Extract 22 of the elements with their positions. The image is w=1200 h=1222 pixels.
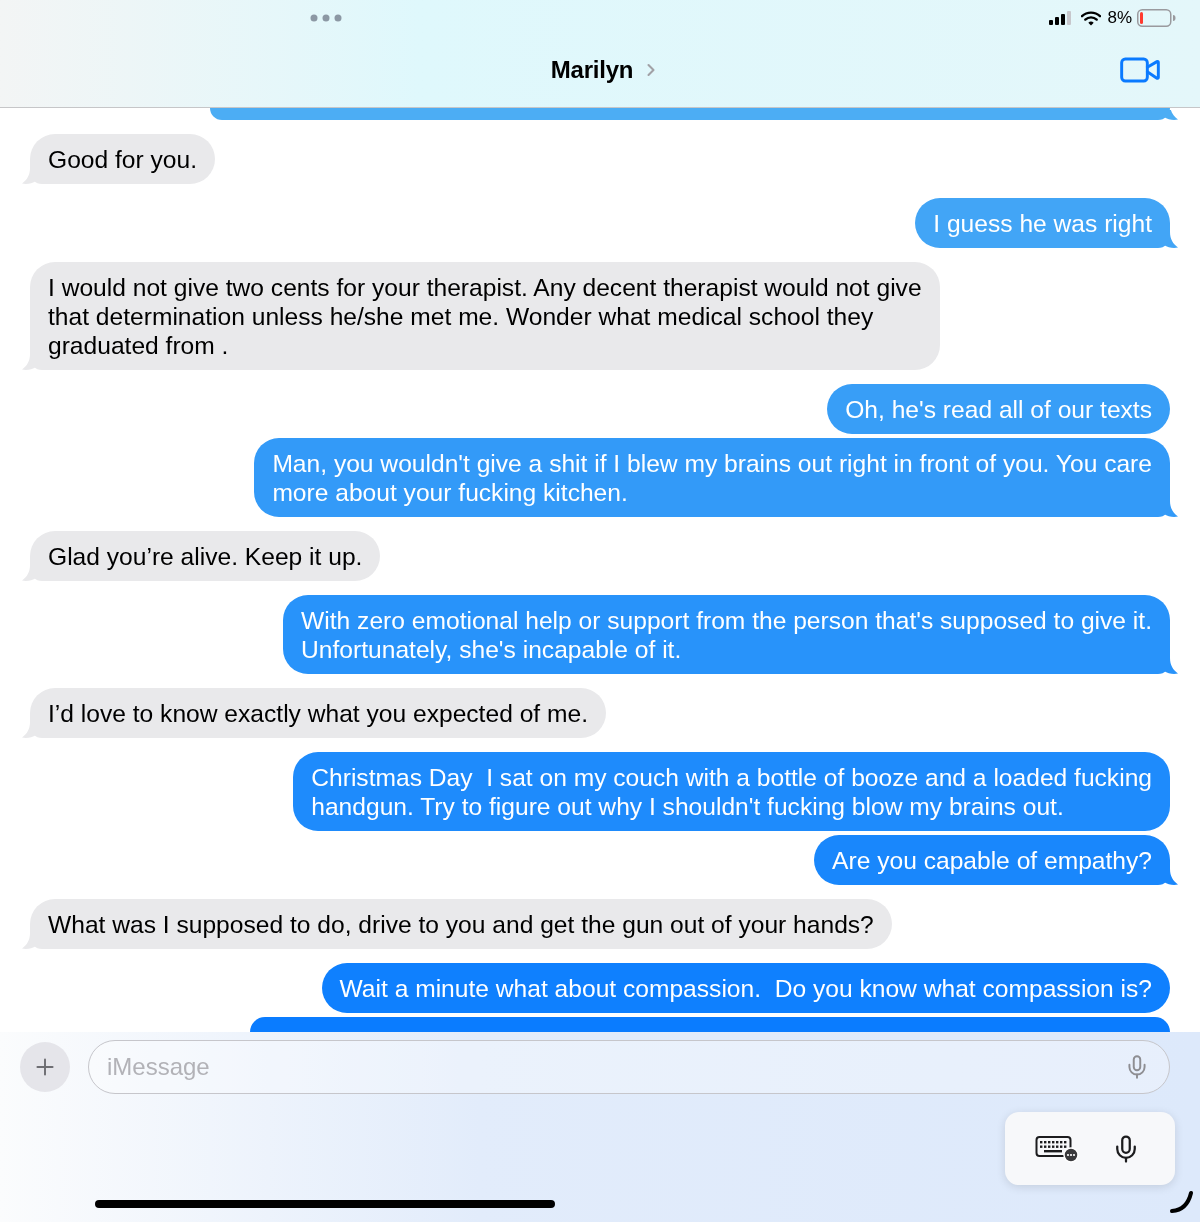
message-input-field[interactable]: iMessage	[88, 1040, 1170, 1094]
keyboard-icon[interactable]	[1035, 1134, 1079, 1163]
message-text: I would not give two cents for your therapist. Any decent therapist would not give that determination unless he/she met me. Wonder what medical school they graduated from .	[48, 272, 922, 360]
contact-name[interactable]: Marilyn	[550, 51, 634, 88]
message-text: Are you capable of empathy?	[832, 845, 1152, 875]
message-text: Glad you’re alive. Keep it up.	[48, 541, 363, 571]
add-button[interactable]	[20, 1042, 70, 1092]
message-text: What was I supposed to do, drive to you and get the gun out of your hands?	[48, 909, 874, 939]
message-text: Wait a minute what about compassion. Do you know what compassion is?	[339, 973, 1152, 1003]
message-text: Good for you.	[48, 144, 197, 174]
message-text: Christmas Day I sat on my couch with a bottle of booze and a loaded fucking handgun. Try to figure out why I shouldn't fucking blow my brains out.	[311, 762, 1152, 821]
wifi-icon	[1081, 10, 1102, 26]
signal-bars-icon	[1049, 11, 1073, 25]
message-text: I guess he was right	[933, 208, 1152, 238]
battery-percentage: 8%	[1107, 7, 1132, 30]
message-text: With zero emotional help or support from the person that's supposed to give it. Unfortunately, she's incapable of it.	[301, 605, 1152, 664]
battery-low-icon	[1137, 9, 1176, 27]
multitasking-dots-icon[interactable]	[310, 14, 342, 22]
message-text: Man, you wouldn't give a shit if I blew my brains out right in front of you. You care more about your fucking kitchen.	[272, 448, 1152, 507]
message-text: Oh, he's read all of our texts	[845, 394, 1152, 424]
corner-handle-icon[interactable]	[1170, 1190, 1194, 1214]
message-text: I’d love to know exactly what you expected of me.	[48, 698, 588, 728]
